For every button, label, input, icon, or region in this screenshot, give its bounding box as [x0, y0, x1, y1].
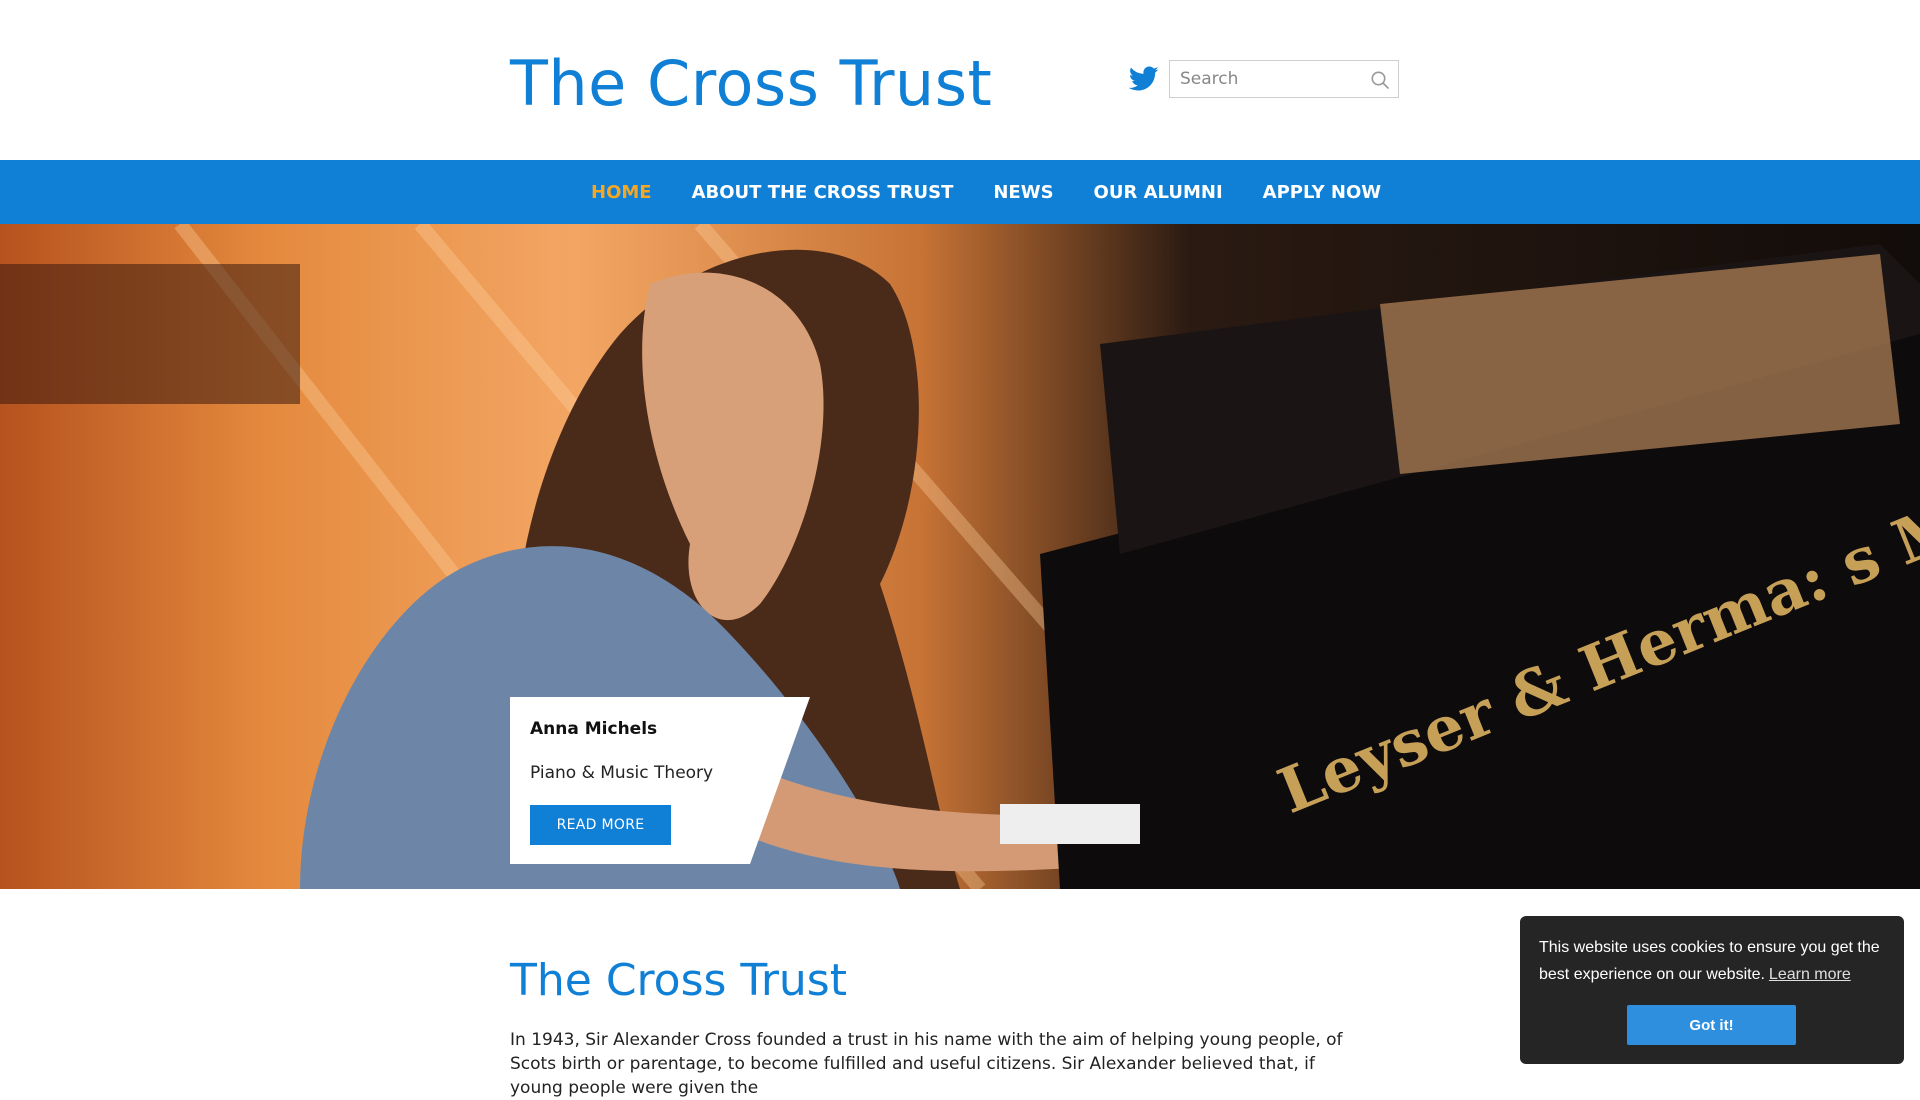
hero-image: Leyser & Herma: s Maastri [0, 224, 1920, 889]
nav-about[interactable]: ABOUT THE CROSS TRUST [692, 182, 954, 203]
cookie-accept-button[interactable]: Got it! [1627, 1005, 1796, 1045]
search-box [1169, 60, 1399, 98]
intro-paragraph: In 1943, Sir Alexander Cross founded a t… [510, 1030, 1343, 1098]
cookie-message-block: This website uses cookies to ensure you … [1539, 934, 1894, 988]
twitter-icon[interactable] [1129, 66, 1159, 92]
slide-person-name: Anna Michels [530, 719, 658, 739]
hero-banner: Leyser & Herma: s Maastri Anna Michels P… [0, 224, 1920, 889]
slide-subtitle: Piano & Music Theory [530, 763, 714, 783]
nav-apply-now[interactable]: APPLY NOW [1263, 182, 1382, 203]
site-header: The Cross Trust [0, 0, 1920, 160]
site-title[interactable]: The Cross Trust [510, 47, 992, 120]
search-input[interactable] [1170, 61, 1380, 97]
read-more-button[interactable]: READ MORE [530, 805, 671, 845]
nav-list: HOME ABOUT THE CROSS TRUST NEWS OUR ALUM… [591, 160, 1421, 224]
nav-home[interactable]: HOME [591, 182, 652, 203]
section-title: The Cross Trust [510, 955, 847, 1006]
learn-more-link[interactable]: Learn more [1769, 966, 1851, 983]
cookie-banner: This website uses cookies to ensure you … [1520, 916, 1904, 1064]
nav-news[interactable]: NEWS [993, 182, 1053, 203]
main-navigation: HOME ABOUT THE CROSS TRUST NEWS OUR ALUM… [0, 160, 1920, 224]
nav-our-alumni[interactable]: OUR ALUMNI [1094, 182, 1223, 203]
search-icon[interactable] [1370, 70, 1390, 90]
